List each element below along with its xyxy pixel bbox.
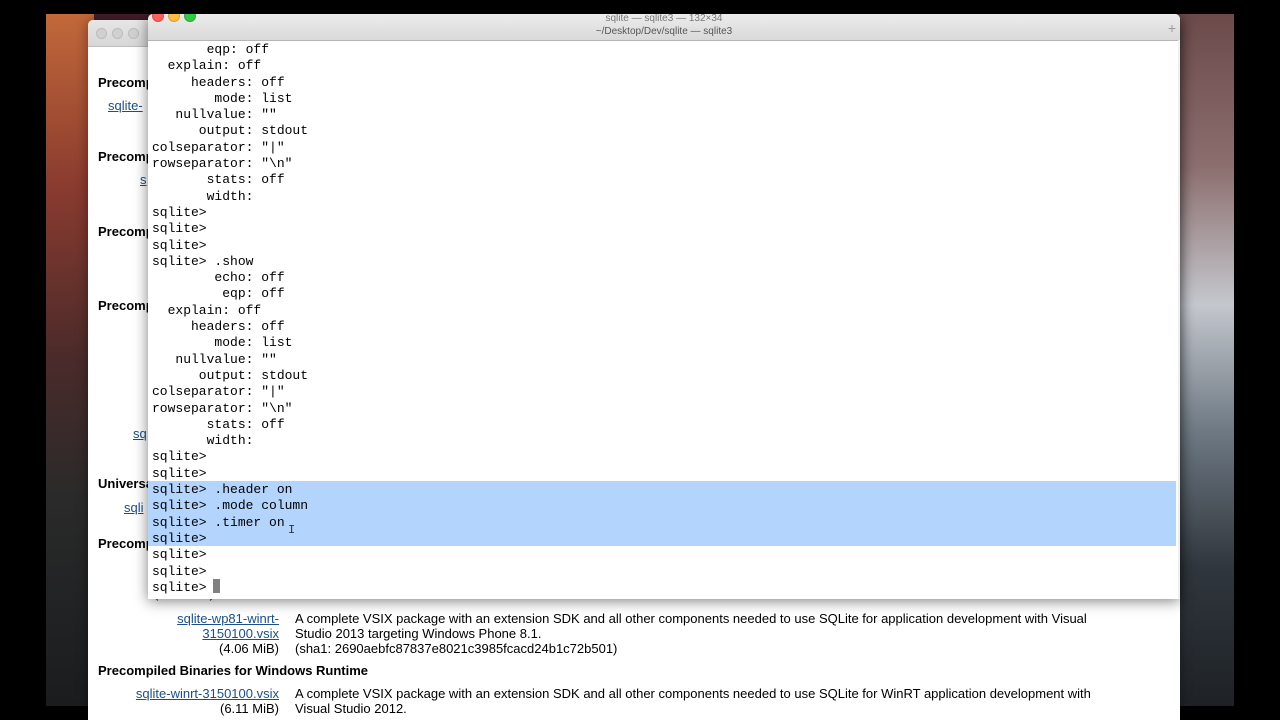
winrt-size: (6.11 MiB)	[220, 701, 279, 716]
new-tab-icon[interactable]: +	[1168, 21, 1176, 35]
terminal-line: rowseparator: "\n"	[152, 400, 293, 416]
download-link[interactable]: sqlite-	[108, 98, 143, 113]
terminal-line: explain: off	[152, 58, 262, 74]
terminal-line: sqlite> .timer on	[152, 514, 285, 530]
terminal-line: stats: off	[152, 172, 285, 188]
terminal-output[interactable]: eqp: off explain: off headers: off mode:…	[148, 40, 1178, 599]
wp81-link-line1[interactable]: sqlite-wp81-winrt-	[148, 611, 279, 626]
terminal-line: echo: off	[152, 270, 285, 286]
terminal-titlebar[interactable]: sqlite — sqlite3 — 132×34 ~/Desktop/Dev/…	[148, 14, 1180, 41]
wp81-description: A complete VSIX package with an extensio…	[295, 611, 1087, 626]
terminal-line: headers: off	[152, 74, 285, 90]
terminal-text: eqp: off explain: off headers: off mode:…	[152, 42, 308, 596]
terminal-scrollbar[interactable]	[1178, 40, 1180, 599]
terminal-title: sqlite — sqlite3 — 132×34	[605, 14, 723, 24]
ibeam-cursor-icon: I	[288, 523, 296, 537]
terminal-line: sqlite>	[152, 449, 207, 465]
download-link[interactable]: s	[140, 172, 147, 187]
terminal-line: sqlite>	[152, 221, 207, 237]
terminal-line: colseparator: "|"	[152, 384, 285, 400]
winrt-description: A complete VSIX package with an extensio…	[295, 686, 1091, 701]
winrt-link[interactable]: sqlite-winrt-3150100.vsix	[98, 686, 279, 701]
browser-zoom-button[interactable]	[128, 28, 139, 39]
terminal-line: sqlite> .mode column	[152, 498, 309, 514]
wp81-sha1: (sha1: 2690aebfc87837e8021c3985fcacd24b1…	[295, 641, 618, 656]
terminal-line: width:	[152, 433, 254, 449]
text-cursor	[213, 579, 220, 593]
terminal-line: rowseparator: "\n"	[152, 156, 293, 172]
terminal-line: output: stdout	[152, 123, 309, 139]
browser-close-button[interactable]	[96, 28, 107, 39]
terminal-line: sqlite> .show	[152, 253, 254, 269]
wallpaper-mountain-right	[1176, 14, 1234, 706]
terminal-line: mode: list	[152, 90, 293, 106]
terminal-line: nullvalue: ""	[152, 351, 277, 367]
winrt-description-cont: Visual Studio 2012.	[295, 701, 407, 716]
terminal-line: output: stdout	[152, 367, 309, 383]
terminal-line: sqlite>	[152, 547, 207, 563]
wp81-link-line2[interactable]: 3150100.vsix	[148, 626, 279, 641]
terminal-path: ~/Desktop/Dev/sqlite — sqlite3	[595, 26, 733, 37]
terminal-line: eqp: off	[152, 42, 270, 57]
terminal-line: headers: off	[152, 319, 285, 335]
terminal-line: sqlite>	[152, 563, 207, 579]
browser-minimize-button[interactable]	[112, 28, 123, 39]
download-link[interactable]: sq	[133, 426, 147, 441]
terminal-line: sqlite>	[152, 530, 207, 546]
terminal-line: sqlite>	[152, 465, 207, 481]
wp81-description-cont: Studio 2013 targeting Windows Phone 8.1.	[295, 626, 542, 641]
download-link[interactable]: sqli	[124, 500, 144, 515]
terminal-line: width:	[152, 188, 254, 204]
terminal-line: eqp: off	[152, 286, 285, 302]
terminal-line: sqlite>	[152, 237, 207, 253]
terminal-line: stats: off	[152, 416, 285, 432]
terminal-line: mode: list	[152, 335, 293, 351]
terminal-line: explain: off	[152, 302, 262, 318]
wallpaper-mountain-left	[46, 14, 94, 706]
terminal-line: sqlite>	[152, 204, 207, 220]
terminal-line: nullvalue: ""	[152, 107, 277, 123]
wp81-size: (4.06 MiB)	[219, 641, 279, 656]
winrt-heading: Precompiled Binaries for Windows Runtime	[98, 663, 369, 678]
terminal-line: sqlite>	[152, 579, 215, 595]
terminal-line: colseparator: "|"	[152, 139, 285, 155]
terminal-line: sqlite> .header on	[152, 482, 293, 498]
terminal-window[interactable]: sqlite — sqlite3 — 132×34 ~/Desktop/Dev/…	[148, 14, 1180, 599]
